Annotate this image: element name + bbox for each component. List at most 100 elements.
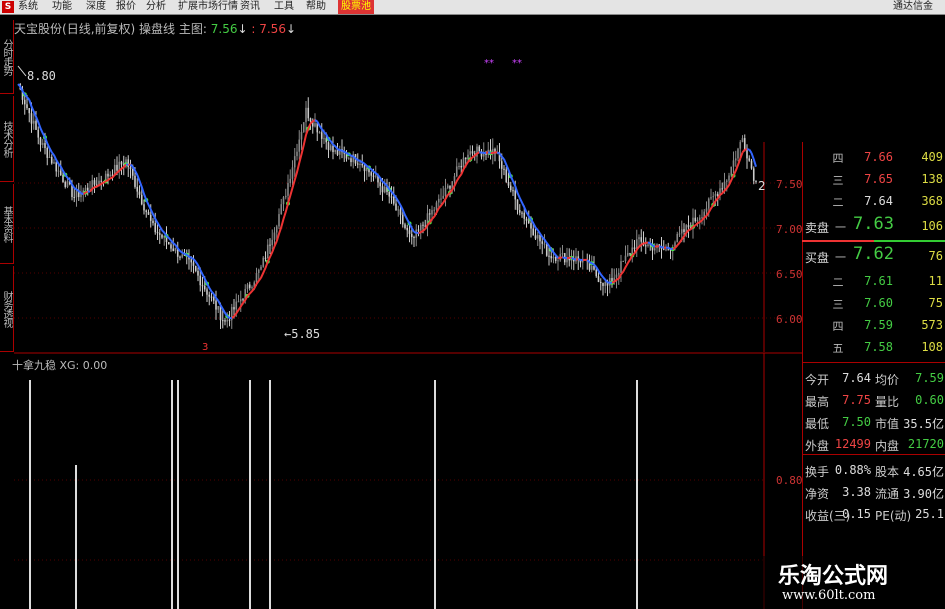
candle-body	[181, 254, 184, 258]
candle-body	[55, 162, 58, 172]
stat-row: 换手 0.88% 股本 4.65亿	[803, 458, 945, 481]
candle-body	[525, 218, 528, 221]
candle-body	[219, 305, 222, 321]
candle-body	[746, 149, 748, 159]
candle-body	[75, 190, 78, 198]
candle-body	[460, 165, 463, 168]
candle-body	[307, 107, 310, 119]
candle-body	[26, 104, 28, 109]
candle-body	[44, 143, 46, 148]
candle-body	[532, 228, 535, 236]
stat-row: 今开 7.64 均价 7.59	[803, 366, 945, 389]
stat-value: 3.90亿	[903, 487, 944, 501]
stat-value: 35.5亿	[903, 417, 944, 431]
stat-label: 均价	[875, 373, 900, 387]
bid-level: 四	[832, 320, 844, 333]
candle-body	[379, 182, 382, 187]
candle-body	[633, 247, 636, 249]
candle-body	[464, 157, 467, 160]
candle-body	[739, 142, 742, 149]
candle-body	[120, 161, 123, 165]
candle-body	[597, 276, 600, 282]
indicator-value: 0.00	[82, 359, 108, 372]
candle-body	[478, 146, 481, 152]
stat-value: 12499	[834, 437, 871, 451]
candle-body	[278, 214, 280, 227]
candle-body	[374, 175, 377, 177]
candle-body	[28, 108, 31, 114]
candle-body	[269, 244, 271, 246]
candle-body	[293, 156, 296, 168]
candle-body	[237, 301, 240, 303]
candle-body	[408, 230, 411, 234]
candle-body	[262, 257, 265, 267]
ask-volume: 409	[921, 150, 943, 164]
candle-body	[707, 198, 710, 209]
stat-label: 量比	[875, 395, 900, 409]
candle-body	[327, 142, 330, 151]
bid-level: 一	[835, 251, 846, 264]
candle-body	[665, 249, 667, 251]
ask-price: 7.65	[864, 172, 893, 186]
ask-price: 7.63	[853, 214, 894, 234]
candle-body	[617, 272, 620, 275]
y-tick-label: 6.00	[776, 313, 803, 326]
candle-body	[305, 107, 307, 123]
candle-body	[536, 234, 539, 239]
candle-body	[521, 212, 523, 214]
candle-body	[413, 237, 415, 239]
candle-body	[296, 151, 298, 157]
candle-body	[50, 156, 53, 164]
candle-body	[512, 190, 514, 192]
stat-value: 7.64	[842, 371, 871, 385]
candles-group	[19, 83, 757, 330]
candle-body	[226, 319, 229, 322]
candle-body	[248, 284, 251, 288]
candle-body	[215, 300, 217, 310]
stat-value: 0.15	[842, 507, 871, 521]
candle-body	[599, 281, 602, 283]
candle-body	[179, 256, 181, 258]
candle-body	[741, 138, 744, 143]
candle-body	[698, 217, 701, 220]
candle-body	[334, 149, 337, 153]
candle-body	[145, 210, 148, 213]
candle-body	[687, 225, 690, 228]
candle-body	[518, 209, 521, 213]
bid-row-4: 四 7.59 573	[803, 314, 945, 336]
candle-body	[363, 165, 366, 172]
candle-body	[449, 185, 451, 189]
sell-side-label: 卖盘	[805, 221, 830, 235]
ask-row-1: 卖盘 一 7.63 106	[803, 214, 945, 238]
stat-row: 外盘 12499 内盘 21720	[803, 432, 945, 455]
candle-body	[39, 137, 42, 145]
candle-body	[255, 273, 258, 283]
candle-body	[406, 228, 409, 231]
candle-body	[206, 289, 208, 295]
candle-body	[743, 138, 746, 150]
candle-body	[192, 262, 195, 266]
candle-body	[545, 243, 548, 256]
candle-body	[516, 199, 519, 210]
candle-body	[224, 320, 226, 322]
candle-body	[370, 172, 373, 176]
ma-line-down	[17, 83, 757, 320]
divider	[803, 362, 945, 363]
candle-body	[282, 197, 285, 205]
candle-body	[210, 296, 213, 298]
candle-body	[730, 166, 733, 176]
candle-body	[203, 285, 206, 290]
candle-body	[62, 175, 64, 182]
stat-row: 收益(三) 0.15 PE(动) 25.1	[803, 502, 945, 525]
bid-level: 三	[832, 298, 844, 311]
bid-row-3: 三 7.60 75	[803, 292, 945, 314]
ask-level: 三	[832, 174, 844, 187]
candle-body	[37, 129, 40, 138]
candle-body	[453, 176, 456, 182]
candle-body	[748, 158, 751, 161]
bid-volume: 76	[928, 249, 943, 263]
candle-body	[662, 248, 665, 250]
quote-panel: 四 7.66 409 三 7.65 138 二 7.64 368 卖盘 一 7.…	[802, 142, 945, 609]
candle-body	[620, 261, 622, 273]
candle-body	[732, 160, 735, 167]
